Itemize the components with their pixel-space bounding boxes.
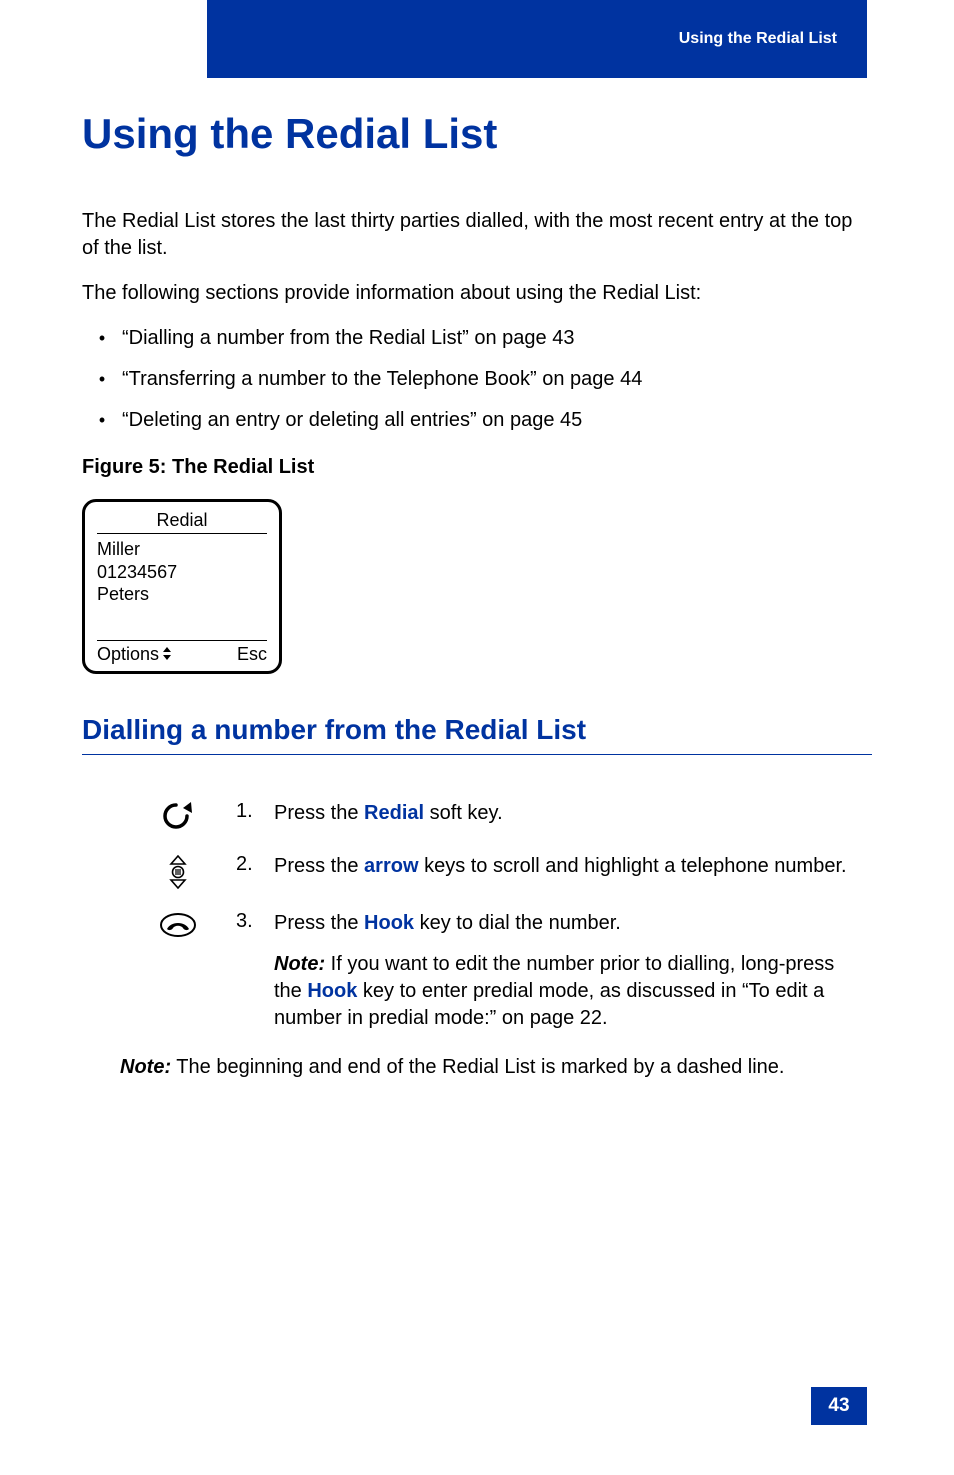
bottom-note-text: The beginning and end of the Redial List… <box>171 1056 784 1078</box>
step-text-pre: Press the <box>274 802 364 824</box>
phone-screen-line: 01234567 <box>97 561 267 584</box>
note-label: Note: <box>120 1056 171 1078</box>
step: 1. Press the Redial soft key. <box>120 800 864 837</box>
content-area: Using the Redial List The Redial List st… <box>82 100 872 1081</box>
phone-screen-line: Peters <box>97 583 267 606</box>
bullet-icon: • <box>82 407 122 433</box>
step-note: Note: If you want to edit the number pri… <box>274 951 858 1032</box>
note-keyword: Hook <box>307 980 357 1002</box>
step-text-pre: Press the <box>274 855 364 877</box>
note-label: Note: <box>274 953 325 975</box>
list-item-text: “Dialling a number from the Redial List”… <box>122 325 872 352</box>
phone-screen-body: Miller 01234567 Peters <box>97 538 267 640</box>
figure-caption: Figure 5: The Redial List <box>82 454 872 481</box>
step-text-post: soft key. <box>424 802 503 824</box>
arrow-keys-icon <box>120 853 236 894</box>
list-item: • “Dialling a number from the Redial Lis… <box>82 325 872 352</box>
phone-screen-line: Miller <box>97 538 267 561</box>
bullet-icon: • <box>82 366 122 392</box>
page-number: 43 <box>811 1387 867 1425</box>
note-post: key to enter predial mode, as discussed … <box>274 980 824 1029</box>
paragraph: The following sections provide informati… <box>82 280 872 307</box>
step-number: 3. <box>236 910 274 933</box>
section-title: Dialling a number from the Redial List <box>82 714 872 755</box>
softkey-left-label: Options <box>97 644 159 665</box>
list-item: • “Transferring a number to the Telephon… <box>82 366 872 393</box>
phone-screen-title: Redial <box>97 510 267 534</box>
step-text-post: key to dial the number. <box>414 912 621 934</box>
softkey-left: Options <box>97 644 171 665</box>
bullet-icon: • <box>82 325 122 351</box>
phone-screen-softkeys: Options Esc <box>97 640 267 665</box>
page: Using the Redial List Using the Redial L… <box>0 0 954 1475</box>
step-text: Press the Hook key to dial the number. N… <box>274 910 864 1032</box>
step: 3. Press the Hook key to dial the number… <box>120 910 864 1032</box>
step-keyword: Hook <box>364 912 414 934</box>
chapter-title: Using the Redial List <box>82 110 872 158</box>
softkey-right-label: Esc <box>237 644 267 665</box>
step-keyword: Redial <box>364 802 424 824</box>
step-text: Press the Redial soft key. <box>274 800 864 827</box>
list-item-text: “Transferring a number to the Telephone … <box>122 366 872 393</box>
phone-screen-figure: Redial Miller 01234567 Peters Options Es… <box>82 499 282 674</box>
list-item: • “Deleting an entry or deleting all ent… <box>82 407 872 434</box>
step-number: 1. <box>236 800 274 823</box>
step: 2. Press the arrow keys to scroll and hi… <box>120 853 864 894</box>
step-text-post: keys to scroll and highlight a telephone… <box>419 855 847 877</box>
hook-key-icon <box>120 910 236 943</box>
note-text: Note: If you want to edit the number pri… <box>274 953 834 1029</box>
paragraph: The Redial List stores the last thirty p… <box>82 208 872 262</box>
redial-key-icon <box>120 800 236 837</box>
step-text: Press the arrow keys to scroll and highl… <box>274 853 864 880</box>
header-bar: Using the Redial List <box>207 0 867 78</box>
bullet-list: • “Dialling a number from the Redial Lis… <box>82 325 872 434</box>
step-number: 2. <box>236 853 274 876</box>
step-keyword: arrow <box>364 855 418 877</box>
list-item-text: “Deleting an entry or deleting all entri… <box>122 407 872 434</box>
step-text-pre: Press the <box>274 912 364 934</box>
updown-arrows-icon <box>163 647 171 662</box>
step-list: 1. Press the Redial soft key. 2. Press <box>120 800 864 1032</box>
bottom-note: Note: The beginning and end of the Redia… <box>120 1054 852 1081</box>
breadcrumb: Using the Redial List <box>679 30 837 48</box>
